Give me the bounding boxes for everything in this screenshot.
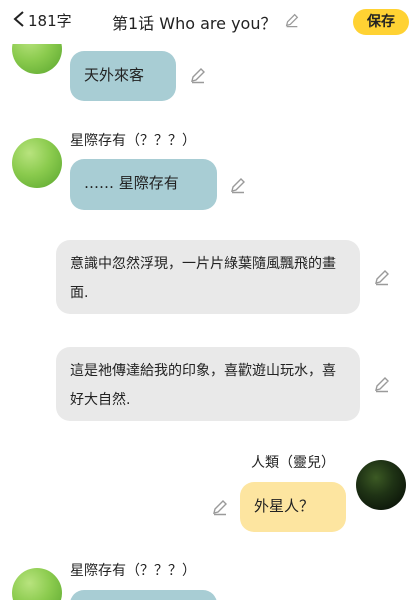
title-area[interactable]: 第1话 Who are you？ (112, 10, 300, 34)
message-bubble[interactable]: 天外來客 (70, 51, 176, 101)
pencil-icon[interactable] (373, 268, 391, 286)
page-title: 第1话 Who are you？ (112, 14, 277, 33)
message-text: 這是祂傳達給我的印象，喜歡遊山玩水，喜好大自然. (70, 363, 336, 408)
avatar[interactable] (356, 460, 406, 510)
pencil-icon[interactable] (229, 176, 247, 194)
message-text: …… 星際存有 (84, 174, 179, 192)
message-text: 意識中忽然浮現，一片片綠葉隨風飄飛的畫面. (70, 256, 336, 301)
conversation: 天外來客 星際存有（？？？） …… 星際存有 意識中忽然浮現，一片片綠葉隨風飄飛… (0, 44, 416, 600)
speaker-name: 星際存有（？？？） (70, 133, 196, 149)
message-bubble[interactable]: …… 星際存有 (70, 159, 217, 210)
save-button[interactable]: 保存 (353, 9, 409, 35)
message-bubble[interactable] (70, 590, 217, 600)
message-text: 外星人？ (254, 497, 315, 515)
speaker-name: 星際存有（？？？） (70, 563, 196, 579)
word-count: 181字 (28, 12, 72, 30)
back-button[interactable]: 181字 (12, 10, 72, 31)
speaker-name: 人類（靈兒） (251, 455, 335, 471)
message-text: 天外來客 (84, 66, 145, 84)
pencil-icon[interactable] (189, 66, 207, 84)
avatar[interactable] (12, 568, 62, 600)
avatar[interactable] (12, 44, 62, 74)
avatar[interactable] (12, 138, 62, 188)
message-bubble[interactable]: 這是祂傳達給我的印象，喜歡遊山玩水，喜好大自然. (56, 347, 360, 421)
pencil-icon[interactable] (211, 498, 229, 516)
pencil-icon[interactable] (373, 375, 391, 393)
message-bubble[interactable]: 意識中忽然浮現，一片片綠葉隨風飄飛的畫面. (56, 240, 360, 314)
message-bubble[interactable]: 外星人？ (240, 482, 346, 532)
pencil-icon[interactable] (284, 12, 300, 32)
chevron-left-icon (12, 10, 26, 31)
top-bar: 181字 第1话 Who are you？ 保存 (0, 0, 416, 44)
